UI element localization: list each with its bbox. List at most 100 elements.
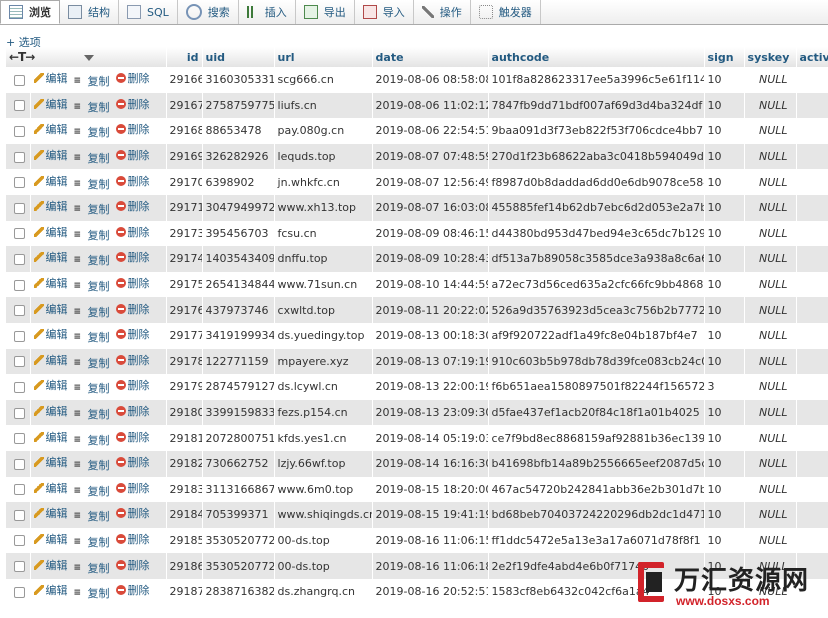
cell-sign[interactable]: 3 <box>704 374 745 400</box>
cell-uid[interactable]: 6398902 <box>202 169 275 195</box>
cell-sign[interactable]: 10 <box>704 67 745 93</box>
tab-6[interactable]: 导入 <box>355 0 414 24</box>
cell-authcode[interactable]: 910c603b5b978db78d39fce083cb24c0 <box>488 348 705 375</box>
column-header-activ[interactable]: activ <box>796 47 828 67</box>
edit-button[interactable]: 编辑 <box>33 557 68 573</box>
cell-authcode[interactable]: ce7f9bd8ec8868159af92881b36ec139 <box>488 425 705 451</box>
cell-id[interactable]: 29180 <box>166 399 203 426</box>
cell-date[interactable]: 2019-08-13 07:19:19 <box>372 348 489 375</box>
cell-uid[interactable]: 395456703 <box>202 220 275 247</box>
cell-date[interactable]: 2019-08-07 16:03:08 <box>372 194 489 221</box>
cell-sign[interactable]: 10 <box>704 348 745 375</box>
copy-button[interactable]: ≡ 复制 <box>74 304 110 320</box>
cell-id[interactable]: 29168 <box>166 118 203 144</box>
column-header-uid[interactable]: uid <box>202 47 275 67</box>
copy-button[interactable]: ≡ 复制 <box>74 99 110 115</box>
tab-7[interactable]: 操作 <box>414 0 471 24</box>
cell-uid[interactable]: 2758759775 <box>202 92 275 119</box>
cell-date[interactable]: 2019-08-07 12:56:49 <box>372 169 489 195</box>
cell-id[interactable]: 29178 <box>166 348 203 375</box>
cell-syskey[interactable]: NULL <box>744 246 797 272</box>
cell-sign[interactable]: 10 <box>704 118 745 144</box>
edit-button[interactable]: 编辑 <box>33 377 68 393</box>
cell-sign[interactable]: 10 <box>704 143 745 170</box>
cell-id[interactable]: 29179 <box>166 374 203 400</box>
row-checkbox[interactable] <box>14 151 25 163</box>
cell-url[interactable]: www.6m0.top <box>274 476 373 503</box>
cell-url[interactable]: www.shiqingds.cn <box>274 502 373 528</box>
row-checkbox[interactable] <box>14 125 25 137</box>
cell-date[interactable]: 2019-08-13 22:00:19 <box>372 374 489 400</box>
column-header-syskey[interactable]: syskey <box>744 47 797 67</box>
cell-syskey[interactable]: NULL <box>744 399 797 426</box>
cell-sign[interactable]: 10 <box>704 92 745 119</box>
cell-date[interactable]: 2019-08-16 11:06:15 <box>372 527 489 554</box>
cell-uid[interactable]: 3047949972 <box>202 194 275 221</box>
cell-url[interactable]: liufs.cn <box>274 92 373 119</box>
cell-date[interactable]: 2019-08-14 16:16:30 <box>372 450 489 477</box>
cell-sign[interactable]: 10 <box>704 169 745 195</box>
cell-authcode[interactable]: a72ec73d56ced635a2cfc66fc9bb4868 <box>488 271 705 298</box>
edit-button[interactable]: 编辑 <box>33 480 68 496</box>
cell-syskey[interactable]: NULL <box>744 476 797 503</box>
edit-button[interactable]: 编辑 <box>33 173 68 189</box>
cell-authcode[interactable]: 270d1f23b68622aba3c0418b594049d5 <box>488 143 705 170</box>
delete-button[interactable]: 删除 <box>115 173 150 189</box>
copy-button[interactable]: ≡ 复制 <box>74 457 110 473</box>
cell-sign[interactable]: 10 <box>704 322 745 349</box>
cell-uid[interactable]: 2654134844 <box>202 271 275 298</box>
cell-syskey[interactable]: NULL <box>744 527 797 554</box>
cell-syskey[interactable]: NULL <box>744 450 797 477</box>
cell-sign[interactable]: 10 <box>704 220 745 247</box>
copy-button[interactable]: ≡ 复制 <box>74 534 110 550</box>
delete-button[interactable]: 删除 <box>115 480 150 496</box>
row-checkbox[interactable] <box>14 407 25 419</box>
tab-1[interactable]: 结构 <box>60 0 119 24</box>
cell-uid[interactable]: 122771159 <box>202 348 275 375</box>
cell-id[interactable]: 29171 <box>166 194 203 221</box>
edit-button[interactable]: 编辑 <box>33 147 68 163</box>
cell-syskey[interactable]: NULL <box>744 374 797 400</box>
row-checkbox[interactable] <box>14 586 25 598</box>
cell-date[interactable]: 2019-08-11 20:22:02 <box>372 297 489 323</box>
delete-button[interactable]: 删除 <box>115 224 150 240</box>
cell-sign[interactable]: 10 <box>704 399 745 426</box>
column-header-url[interactable]: url <box>274 47 373 67</box>
copy-button[interactable]: ≡ 复制 <box>74 508 110 524</box>
cell-authcode[interactable]: bd68beb70403724220296db2dc1d4711 <box>488 502 705 528</box>
cell-uid[interactable]: 3530520772 <box>202 553 275 579</box>
row-checkbox[interactable] <box>14 74 25 86</box>
cell-uid[interactable]: 437973746 <box>202 297 275 323</box>
cell-sign[interactable]: 10 <box>704 425 745 451</box>
delete-button[interactable]: 删除 <box>115 505 150 521</box>
copy-button[interactable]: ≡ 复制 <box>74 329 110 345</box>
cell-url[interactable]: fezs.p154.cn <box>274 399 373 426</box>
cell-id[interactable]: 29175 <box>166 271 203 298</box>
cell-date[interactable]: 2019-08-16 20:52:51 <box>372 578 489 605</box>
cell-sign[interactable]: 10 <box>704 194 745 221</box>
delete-button[interactable]: 删除 <box>115 249 150 265</box>
column-header-id[interactable]: id <box>166 47 203 67</box>
cell-syskey[interactable]: NULL <box>744 348 797 375</box>
tab-5[interactable]: 导出 <box>296 0 355 24</box>
cell-id[interactable]: 29166 <box>166 67 203 93</box>
cell-id[interactable]: 29173 <box>166 220 203 247</box>
cell-url[interactable]: www.xh13.top <box>274 194 373 221</box>
copy-button[interactable]: ≡ 复制 <box>74 560 110 576</box>
cell-sign[interactable]: 10 <box>704 297 745 323</box>
cell-url[interactable]: kfds.yes1.cn <box>274 425 373 451</box>
edit-button[interactable]: 编辑 <box>33 275 68 291</box>
delete-button[interactable]: 删除 <box>115 198 150 214</box>
cell-syskey[interactable]: NULL <box>744 322 797 349</box>
cell-date[interactable]: 2019-08-09 08:46:15 <box>372 220 489 247</box>
row-checkbox[interactable] <box>14 458 25 470</box>
cell-url[interactable]: lzjy.66wf.top <box>274 450 373 477</box>
copy-button[interactable]: ≡ 复制 <box>74 252 110 268</box>
edit-button[interactable]: 编辑 <box>33 505 68 521</box>
cell-url[interactable]: 00-ds.top <box>274 553 373 579</box>
copy-button[interactable]: ≡ 复制 <box>74 380 110 396</box>
cell-id[interactable]: 29184 <box>166 502 203 528</box>
column-header-authcode[interactable]: authcode <box>488 47 705 67</box>
row-checkbox[interactable] <box>14 535 25 547</box>
row-checkbox[interactable] <box>14 279 25 291</box>
